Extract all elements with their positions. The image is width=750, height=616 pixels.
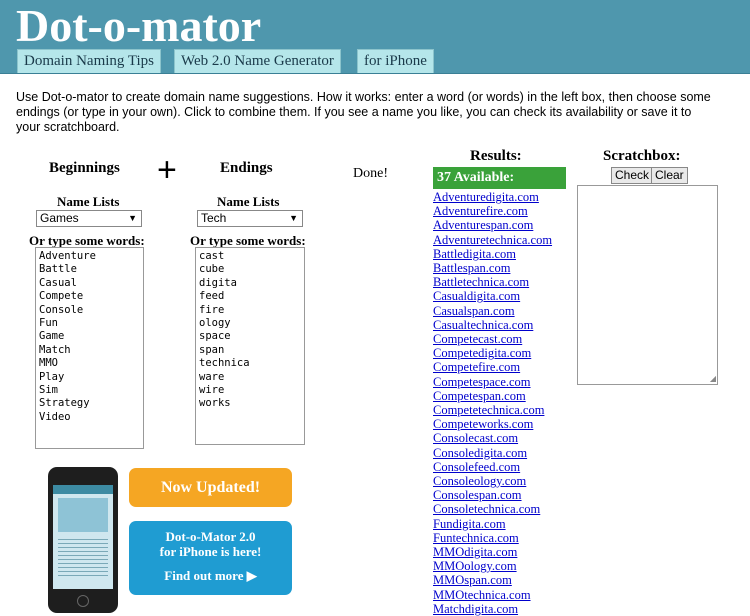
available-count-badge: 37 Available: [433,167,566,189]
result-link[interactable]: Competecast.com [433,332,552,346]
clear-button[interactable]: Clear [651,167,688,184]
iphone-promo-banner[interactable]: Dot-o-Mator 2.0 for iPhone is here! Find… [129,521,292,595]
ending-word: wire [199,384,225,397]
result-link[interactable]: Battlespan.com [433,261,552,275]
done-label: Done! [353,166,388,181]
beginnings-list-select[interactable]: Games ▼ [36,210,142,227]
beginning-word: Fun [39,317,58,330]
result-link[interactable]: Consolespan.com [433,488,552,502]
beginnings-name-lists-label: Name Lists [57,194,120,209]
tab-web20-name-generator[interactable]: Web 2.0 Name Generator [174,49,341,73]
endings-selected-list: Tech [201,211,227,225]
ending-word: cube [199,263,225,276]
find-out-more-link[interactable]: Find out more ▶ [129,568,292,583]
result-link[interactable]: Matchdigita.com [433,602,552,616]
ending-word: ology [199,317,231,330]
beginning-word: Casual [39,276,77,289]
result-link[interactable]: Adventurespan.com [433,218,552,232]
tab-domain-naming-tips[interactable]: Domain Naming Tips [17,49,162,73]
result-link[interactable]: Battledigita.com [433,247,552,261]
result-link[interactable]: Competespan.com [433,389,552,403]
beginning-word: Game [39,330,65,343]
beginnings-selected-list: Games [40,211,79,225]
beginning-word: Adventure [39,250,96,262]
result-link[interactable]: Adventurefire.com [433,204,552,218]
beginning-word: Play [39,370,65,383]
tab-for-iphone[interactable]: for iPhone [357,49,434,73]
result-link[interactable]: Competeworks.com [433,417,552,431]
result-link[interactable]: Consoleology.com [433,474,552,488]
result-link[interactable]: Battletechnica.com [433,275,552,289]
ending-word: digita [199,276,237,289]
result-link[interactable]: Casualspan.com [433,304,552,318]
endings-name-lists-label: Name Lists [217,194,280,209]
iphone-image[interactable] [48,467,118,613]
ending-word: works [199,397,231,410]
result-link[interactable]: Adventuretechnica.com [433,233,552,247]
beginning-word: Battle [39,263,77,276]
beginning-word: Compete [39,290,84,303]
beginnings-textarea[interactable]: Adventure Battle Casual Compete Console Fun Ga… [35,247,144,449]
ending-word: feed [199,290,225,303]
ending-word: fire [199,303,225,316]
dropdown-arrow-icon: ▼ [128,213,137,223]
beginning-word: Strategy [39,397,90,410]
now-updated-banner[interactable]: Now Updated! [129,468,292,507]
result-link[interactable]: Casualdigita.com [433,289,552,303]
result-link[interactable]: MMOspan.com [433,573,552,587]
beginning-word: Sim [39,384,58,397]
endings-list-select[interactable]: Tech ▼ [197,210,303,227]
intro-text: Use Dot-o-mator to create domain name su… [16,90,711,134]
scratchbox-textarea[interactable]: ◢ [577,185,718,385]
scratchbox-heading: Scratchbox: [603,148,681,164]
ending-word: space [199,330,231,343]
resize-handle-icon[interactable]: ◢ [710,374,716,383]
beginning-word: Console [39,303,84,316]
result-link[interactable]: Consolefeed.com [433,460,552,474]
ending-word: cast [199,250,225,262]
result-link[interactable]: Fundigita.com [433,517,552,531]
result-link[interactable]: MMOtechnica.com [433,588,552,602]
home-button-icon [77,595,89,607]
result-link[interactable]: Consoledigita.com [433,446,552,460]
beginning-word: MMO [39,357,58,370]
result-link[interactable]: Consolecast.com [433,431,552,445]
beginning-word: Match [39,343,71,356]
ending-word: span [199,343,225,356]
result-link[interactable]: Adventuredigita.com [433,190,552,204]
beginnings-heading: Beginnings [49,160,120,176]
endings-textarea[interactable]: cast cube digita feed fire ology space span tech… [195,247,305,445]
result-link[interactable]: Competefire.com [433,360,552,374]
results-list: Adventuredigita.com Adventurefire.com Adve… [433,190,552,616]
result-link[interactable]: Competetechnica.com [433,403,552,417]
site-header: Dot-o-mator Domain Naming Tips Web 2.0 N… [0,0,750,74]
result-link[interactable]: Casualtechnica.com [433,318,552,332]
plus-icon: + [157,151,177,189]
endings-heading: Endings [220,160,273,176]
result-link[interactable]: Competedigita.com [433,346,552,360]
dropdown-arrow-icon: ▼ [289,213,298,223]
phone-screen [53,485,113,589]
ending-word: ware [199,370,225,383]
results-heading: Results: [470,148,522,164]
ending-word: technica [199,357,250,370]
result-link[interactable]: Consoletechnica.com [433,502,552,516]
promo-line-2: for iPhone is here! [159,544,262,559]
site-logo[interactable]: Dot-o-mator [16,0,261,52]
check-button[interactable]: Check [611,167,654,184]
result-link[interactable]: Funtechnica.com [433,531,552,545]
result-link[interactable]: MMOdigita.com [433,545,552,559]
beginning-word: Video [39,410,71,423]
result-link[interactable]: Competespace.com [433,375,552,389]
promo-line-1: Dot-o-Mator 2.0 [165,529,256,544]
result-link[interactable]: MMOology.com [433,559,552,573]
